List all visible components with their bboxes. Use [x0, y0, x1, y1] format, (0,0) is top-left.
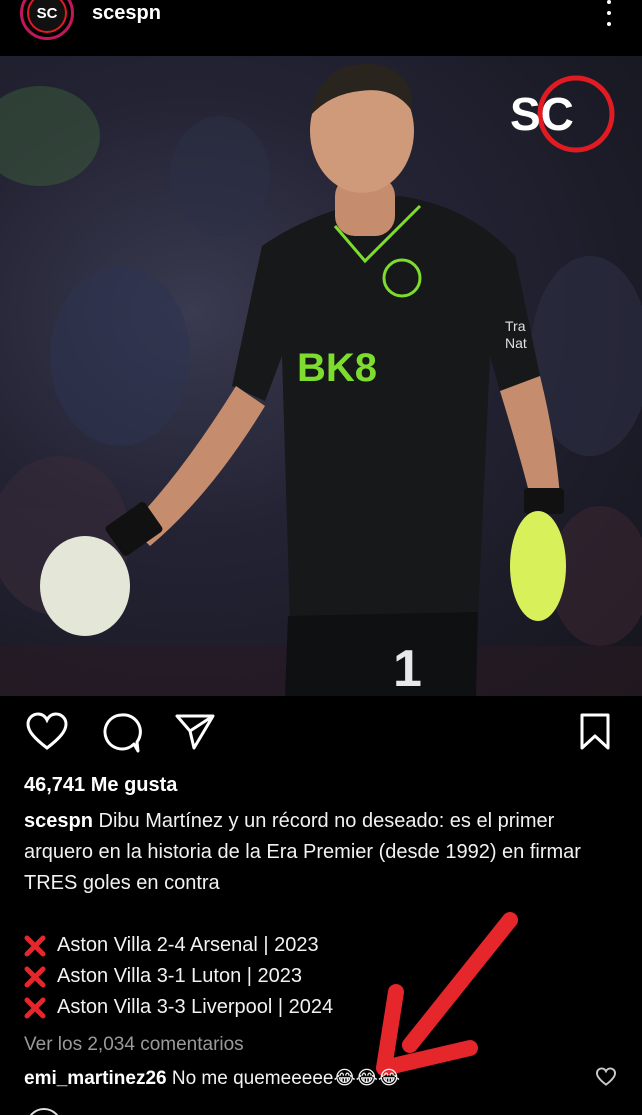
send-icon[interactable]: [174, 712, 216, 752]
bookmark-icon[interactable]: [578, 712, 612, 752]
username[interactable]: scespn: [92, 2, 161, 25]
comment-username[interactable]: emi_martinez26: [24, 1068, 167, 1089]
logo-text: SC: [510, 88, 574, 140]
red-x-icon: [24, 935, 46, 957]
next-post-avatar[interactable]: [26, 1108, 62, 1115]
comment-emojis: 😂😂😂: [333, 1068, 401, 1089]
sleeve-text-1: Tra: [505, 318, 526, 334]
heart-icon[interactable]: [26, 712, 68, 752]
like-count[interactable]: 46,741 Me gusta: [24, 774, 177, 797]
view-comments-link[interactable]: Ver los 2,034 comentarios: [24, 1034, 244, 1056]
red-arrow-icon: [376, 912, 518, 1075]
sleeve-text-2: Nat: [505, 335, 527, 351]
comment-text: No me quemeeeee: [171, 1068, 334, 1089]
shirt-number: 1: [393, 640, 422, 696]
profile-avatar[interactable]: SC: [20, 0, 74, 40]
avatar-logo: SC: [27, 0, 67, 33]
red-x-icon: [24, 997, 46, 1019]
list-item-text: Aston Villa 3-3 Liverpool | 2024: [57, 996, 334, 1018]
sportscenter-logo: SC: [508, 72, 628, 161]
top-comment: emi_martinez26 No me quemeeeee😂😂😂: [24, 1067, 400, 1090]
comment-like-icon[interactable]: [596, 1067, 616, 1087]
red-x-icon: [24, 966, 46, 988]
post-photo[interactable]: 1 BK8 Tra Nat SC: [0, 56, 642, 696]
list-item-text: Aston Villa 2-4 Arsenal | 2023: [57, 934, 319, 956]
post-header: SC scespn: [0, 0, 642, 40]
caption-username[interactable]: scespn: [24, 810, 93, 832]
comment-icon[interactable]: [100, 712, 142, 754]
more-vertical-icon[interactable]: [604, 0, 614, 26]
list-item-text: Aston Villa 3-1 Luton | 2023: [57, 965, 302, 987]
post-caption: scespn Dibu Martínez y un récord no dese…: [24, 806, 620, 899]
jersey-sponsor-text: BK8: [297, 346, 377, 390]
caption-text: Dibu Martínez y un récord no deseado: es…: [24, 810, 581, 894]
instagram-post-screen: SC scespn 1 BK8 Tra Nat SC 46,741 Me gus…: [0, 0, 642, 1115]
action-bar: [0, 712, 642, 756]
